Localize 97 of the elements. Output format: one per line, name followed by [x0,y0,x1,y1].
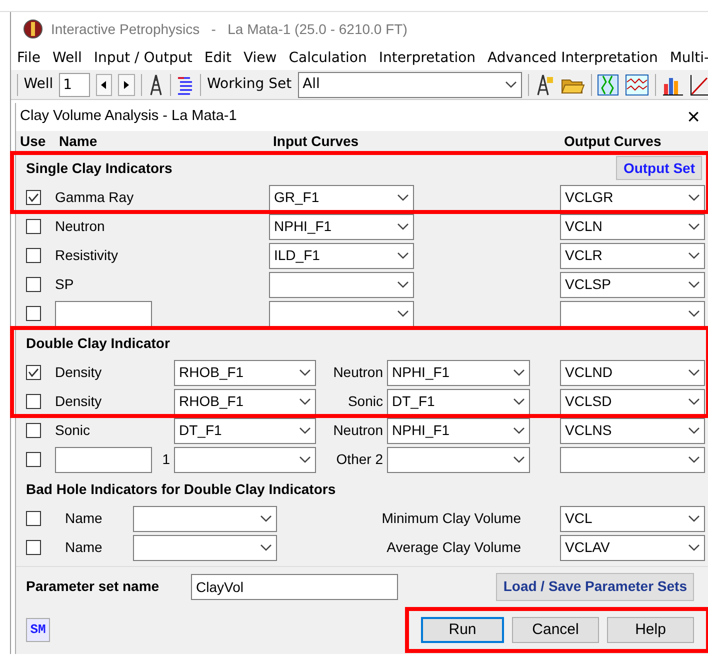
indicator-name: Sonic [55,421,92,440]
well-field[interactable]: 1 [59,72,90,96]
dialog-button[interactable]: Help [607,617,694,643]
scatter-plot-icon [690,74,708,96]
combo-box[interactable]: VCLNS [560,418,705,444]
combo-box[interactable]: VCLAV [560,534,705,560]
checkbox[interactable] [26,540,41,555]
name-field[interactable] [55,446,152,472]
column-header: Use [20,132,47,151]
section-title: Bad Hole Indicators for Double Clay Indicators [26,480,336,499]
indicator-name: Neutron [55,217,106,236]
name-field[interactable] [55,300,152,326]
dialog-button[interactable]: Run [421,617,504,643]
combo-box[interactable]: VCLSD [560,388,705,414]
combo-box[interactable] [269,272,414,298]
combo-box[interactable]: ILD_F1 [269,242,414,268]
checkbox[interactable] [26,190,41,205]
section-title: Double Clay Indicator [26,334,170,353]
derrick-icon [148,74,164,96]
previous-button[interactable] [96,74,112,96]
menu-item[interactable]: File [17,48,40,68]
log-plot-icon [597,74,620,96]
checkbox[interactable] [26,452,41,467]
menu-item[interactable]: Multi- [670,48,708,68]
curve-label: Sonic [346,392,384,411]
combo-box[interactable]: NPHI_F1 [269,214,414,240]
crossplot-icon [625,74,650,96]
menu-item[interactable]: Calculation [288,48,367,68]
parameter-name-field[interactable]: ClayVol [191,574,398,600]
column-header: Input Curves [273,132,360,151]
combo-box[interactable]: NPHI_F1 [387,360,530,386]
right-arrow-icon [124,80,130,88]
combo-box[interactable]: All [298,72,522,98]
combo-box[interactable]: DT_F1 [174,418,316,444]
combo-box[interactable]: VCLGR [560,184,705,210]
checkbox[interactable] [26,277,41,292]
indicator-name: Density [55,392,103,411]
combo-box[interactable]: VCLN [560,214,705,240]
checkbox[interactable] [26,394,41,409]
combo-box[interactable]: NPHI_F1 [387,418,530,444]
combo-box[interactable]: GR_F1 [269,184,414,210]
toolbar-label: Working Set [207,75,292,94]
close-button[interactable]: × [685,106,702,128]
derrick-icon [534,74,555,96]
output-set-button[interactable]: Output Set [616,156,702,180]
combo-box[interactable] [560,300,705,326]
list-icon [176,74,194,94]
checkbox[interactable] [26,365,41,380]
dialog-button[interactable]: Cancel [512,617,599,643]
curve-label: Other 2 [335,450,384,469]
checkbox[interactable] [26,423,41,438]
load-save-button[interactable]: Load / Save Parameter Sets [496,572,694,600]
menu-item[interactable]: View [243,48,277,68]
menu-item[interactable]: Input / Output [94,48,192,68]
combo-box[interactable] [387,446,530,472]
combo-box[interactable] [269,300,414,326]
index-label: 1 [162,450,170,469]
column-header: Name [59,132,98,151]
checkbox[interactable] [26,248,41,263]
combo-box[interactable] [133,506,277,532]
combo-box[interactable]: RHOB_F1 [174,388,316,414]
combo-box[interactable]: VCLND [560,360,705,386]
indicator-name: Gamma Ray [55,188,135,207]
indicator-name: SP [55,275,75,294]
section-title: Single Clay Indicators [26,158,172,178]
left-arrow-icon [101,80,106,88]
combo-box[interactable] [133,534,277,560]
checkbox[interactable] [26,219,41,234]
checkbox[interactable] [26,306,41,321]
indicator-name: Name [65,538,104,557]
next-button[interactable] [118,74,135,96]
indicator-name: Name [65,509,104,528]
toolbar-label: Well [24,75,54,94]
dialog-title: Clay Volume Analysis - La Mata-1 [20,107,237,126]
menu-item[interactable]: Advanced Interpretation [488,48,658,68]
indicator-name: Resistivity [55,246,120,265]
combo-box[interactable]: RHOB_F1 [174,360,316,386]
parameter-label: Parameter set name [26,577,160,596]
menu-item[interactable]: Edit [204,48,232,68]
combo-box[interactable] [174,446,316,472]
combo-box[interactable]: VCLSP [560,272,705,298]
indicator-name: Density [55,363,103,382]
combo-box[interactable]: DT_F1 [387,388,530,414]
combo-box[interactable] [560,446,705,472]
column-header: Output Curves [564,132,662,151]
combo-box[interactable]: VCL [560,506,705,532]
menu-item[interactable]: Well [52,48,82,68]
combo-box[interactable]: VCLR [560,242,705,268]
checkbox[interactable] [26,511,41,526]
menu-item[interactable]: Interpretation [378,48,476,68]
curve-label: Neutron [332,421,384,440]
output-label: Minimum Clay Volume [380,509,522,528]
logo-icon: SM [26,618,50,642]
output-label: Average Clay Volume [386,538,522,557]
window-title: Interactive Petrophysics - La Mata-1 (25.0 - 6210.0 FT) [51,20,408,39]
curve-label: Neutron [332,363,384,382]
app-logo-icon [23,19,43,39]
